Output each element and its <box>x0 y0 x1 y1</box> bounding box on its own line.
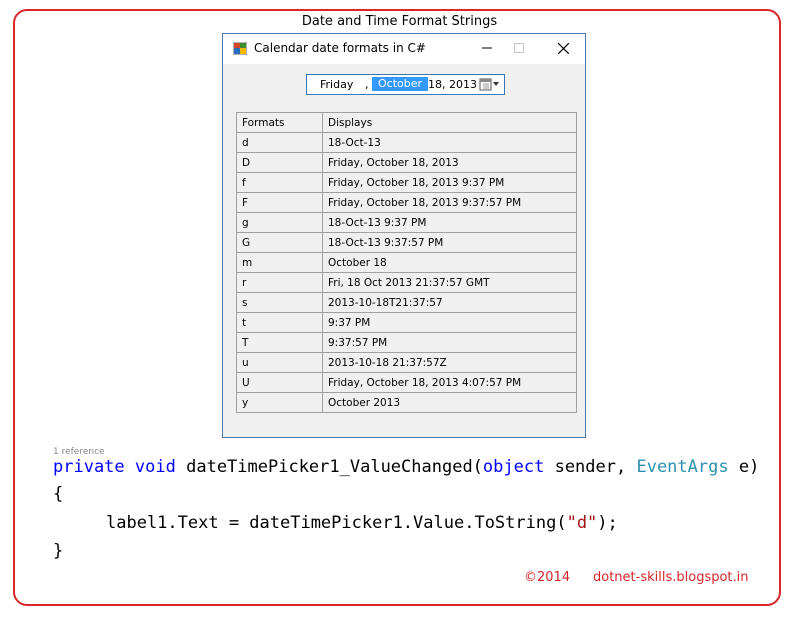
table-header-row: Formats Displays <box>236 112 577 133</box>
table-row[interactable]: t 9:37 PM <box>236 312 577 333</box>
table-row[interactable]: F Friday, October 18, 2013 9:37:57 PM <box>236 192 577 213</box>
display-cell[interactable]: 18-Oct-13 9:37 PM <box>322 212 577 233</box>
datepicker-day-year[interactable]: 18, 2013 <box>428 78 477 91</box>
display-cell[interactable]: Friday, October 18, 2013 9:37 PM <box>322 172 577 193</box>
table-row[interactable]: D Friday, October 18, 2013 <box>236 152 577 173</box>
format-cell[interactable]: F <box>236 192 323 213</box>
keyword-object: object <box>482 457 545 477</box>
type-eventargs: EventArgs <box>636 457 729 477</box>
table-row[interactable]: m October 18 <box>236 252 577 273</box>
minimize-icon <box>481 47 492 49</box>
table-row[interactable]: r Fri, 18 Oct 2013 21:37:57 GMT <box>236 272 577 293</box>
table-row[interactable]: G 18-Oct-13 9:37:57 PM <box>236 232 577 253</box>
footer-site: dotnet-skills.blogspot.in <box>593 570 749 585</box>
table-row[interactable]: g 18-Oct-13 9:37 PM <box>236 212 577 233</box>
format-cell[interactable]: s <box>236 292 323 313</box>
window-title: Calendar date formats in C# <box>254 41 426 55</box>
format-cell[interactable]: U <box>236 372 323 393</box>
format-cell[interactable]: m <box>236 252 323 273</box>
table-row[interactable]: s 2013-10-18T21:37:57 <box>236 292 577 313</box>
display-cell[interactable]: 18-Oct-13 <box>322 132 577 153</box>
display-cell[interactable]: 9:37 PM <box>322 312 577 333</box>
reference-hint[interactable]: 1 reference <box>53 447 105 457</box>
display-cell[interactable]: October 18 <box>322 252 577 273</box>
format-cell[interactable]: G <box>236 232 323 253</box>
app-icon <box>233 42 247 55</box>
table-row[interactable]: d 18-Oct-13 <box>236 132 577 153</box>
table-row[interactable]: f Friday, October 18, 2013 9:37 PM <box>236 172 577 193</box>
display-cell[interactable]: Friday, October 18, 2013 9:37:57 PM <box>322 192 577 213</box>
code-statement: label1.Text = dateTimePicker1.Value.ToSt… <box>106 513 567 533</box>
display-cell[interactable]: 2013-10-18T21:37:57 <box>322 292 577 313</box>
format-cell[interactable]: u <box>236 352 323 373</box>
method-name: dateTimePicker1_ValueChanged( <box>186 457 483 477</box>
code-line-1: private void dateTimePicker1_ValueChange… <box>53 457 759 477</box>
code-statement-end: ); <box>597 513 618 533</box>
format-cell[interactable]: f <box>236 172 323 193</box>
close-icon <box>557 42 570 55</box>
footer-copyright: ©2014 <box>524 570 571 585</box>
calendar-dropdown-icon[interactable] <box>479 77 501 92</box>
page-title: Date and Time Format Strings <box>301 14 498 29</box>
display-cell[interactable]: Friday, October 18, 2013 4:07:57 PM <box>322 372 577 393</box>
maximize-icon <box>513 43 524 53</box>
param-e: e) <box>728 457 760 477</box>
keyword-void: void <box>134 457 176 477</box>
display-cell[interactable]: Fri, 18 Oct 2013 21:37:57 GMT <box>322 272 577 293</box>
format-cell[interactable]: d <box>236 132 323 153</box>
string-literal: "d" <box>566 513 598 533</box>
datepicker-month[interactable]: October <box>372 77 429 91</box>
table-row[interactable]: T 9:37:57 PM <box>236 332 577 353</box>
formats-table: Formats Displays d 18-Oct-13 D Friday, Octo… <box>236 112 577 413</box>
header-formats[interactable]: Formats <box>236 112 323 133</box>
window-titlebar[interactable]: Calendar date formats in C# <box>223 34 585 64</box>
format-cell[interactable]: T <box>236 332 323 353</box>
format-cell[interactable]: y <box>236 392 323 413</box>
table-row[interactable]: u 2013-10-18 21:37:57Z <box>236 352 577 373</box>
app-window: Calendar date formats in C# Friday , Oct… <box>222 33 586 438</box>
header-displays[interactable]: Displays <box>322 112 577 133</box>
format-cell[interactable]: D <box>236 152 323 173</box>
display-cell[interactable]: 2013-10-18 21:37:57Z <box>322 352 577 373</box>
display-cell[interactable]: October 2013 <box>322 392 577 413</box>
code-line-3: label1.Text = dateTimePicker1.Value.ToSt… <box>106 513 618 533</box>
display-cell[interactable]: 9:37:57 PM <box>322 332 577 353</box>
maximize-button[interactable] <box>496 34 541 64</box>
close-button[interactable] <box>541 34 586 64</box>
param-sender: sender, <box>544 457 637 477</box>
table-row[interactable]: U Friday, October 18, 2013 4:07:57 PM <box>236 372 577 393</box>
code-line-4: } <box>53 541 64 561</box>
format-cell[interactable]: t <box>236 312 323 333</box>
date-time-picker[interactable]: Friday , October 18, 2013 <box>306 74 505 95</box>
display-cell[interactable]: 18-Oct-13 9:37:57 PM <box>322 232 577 253</box>
format-cell[interactable]: g <box>236 212 323 233</box>
datepicker-comma: , <box>365 78 369 91</box>
keyword-private: private <box>53 457 125 477</box>
datepicker-day[interactable]: Friday <box>320 78 353 91</box>
format-cell[interactable]: r <box>236 272 323 293</box>
code-line-2: { <box>53 484 64 504</box>
display-cell[interactable]: Friday, October 18, 2013 <box>322 152 577 173</box>
table-row[interactable]: y October 2013 <box>236 392 577 413</box>
